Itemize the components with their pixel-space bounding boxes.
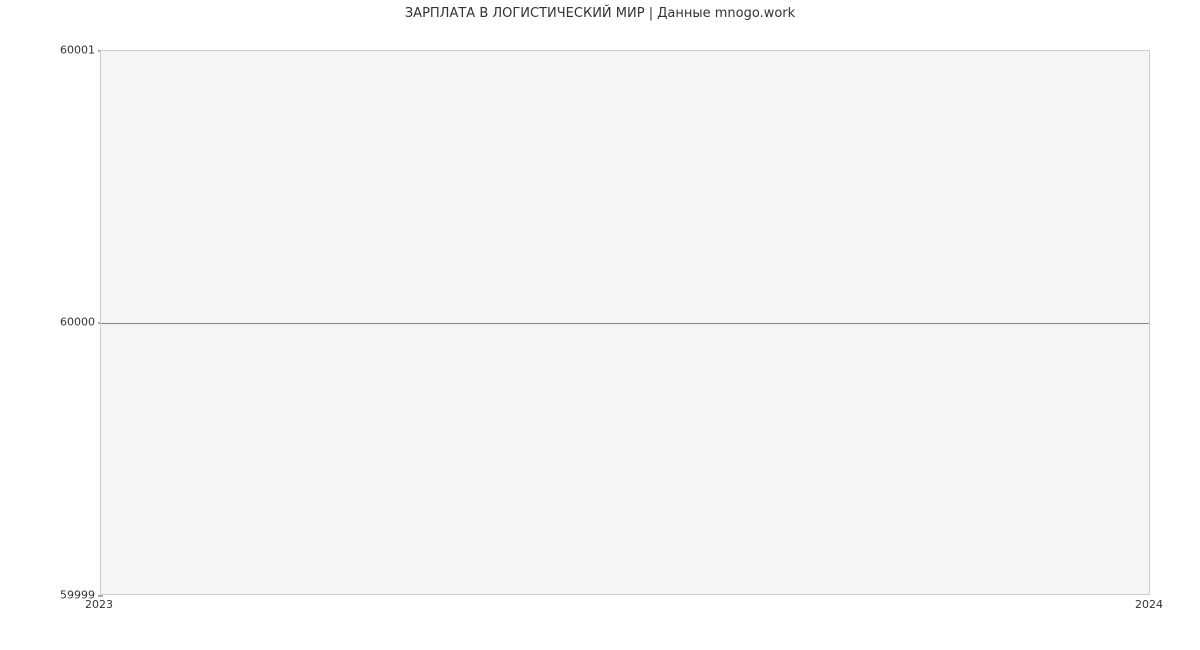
chart-title: ЗАРПЛАТА В ЛОГИСТИЧЕСКИЙ МИР | Данные mn… [0,6,1200,21]
y-tick-text: 60001 [60,44,95,57]
plot-area [100,50,1150,595]
y-tick-mark [98,595,103,596]
x-tick-label: 2023 [85,598,113,611]
y-tick-label: 60000 [60,316,95,329]
chart-container: ЗАРПЛАТА В ЛОГИСТИЧЕСКИЙ МИР | Данные mn… [0,0,1200,650]
x-tick-label: 2024 [1135,598,1163,611]
y-tick-label: 60001 [60,44,95,57]
y-tick-text: 60000 [60,316,95,329]
data-line [101,323,1149,324]
